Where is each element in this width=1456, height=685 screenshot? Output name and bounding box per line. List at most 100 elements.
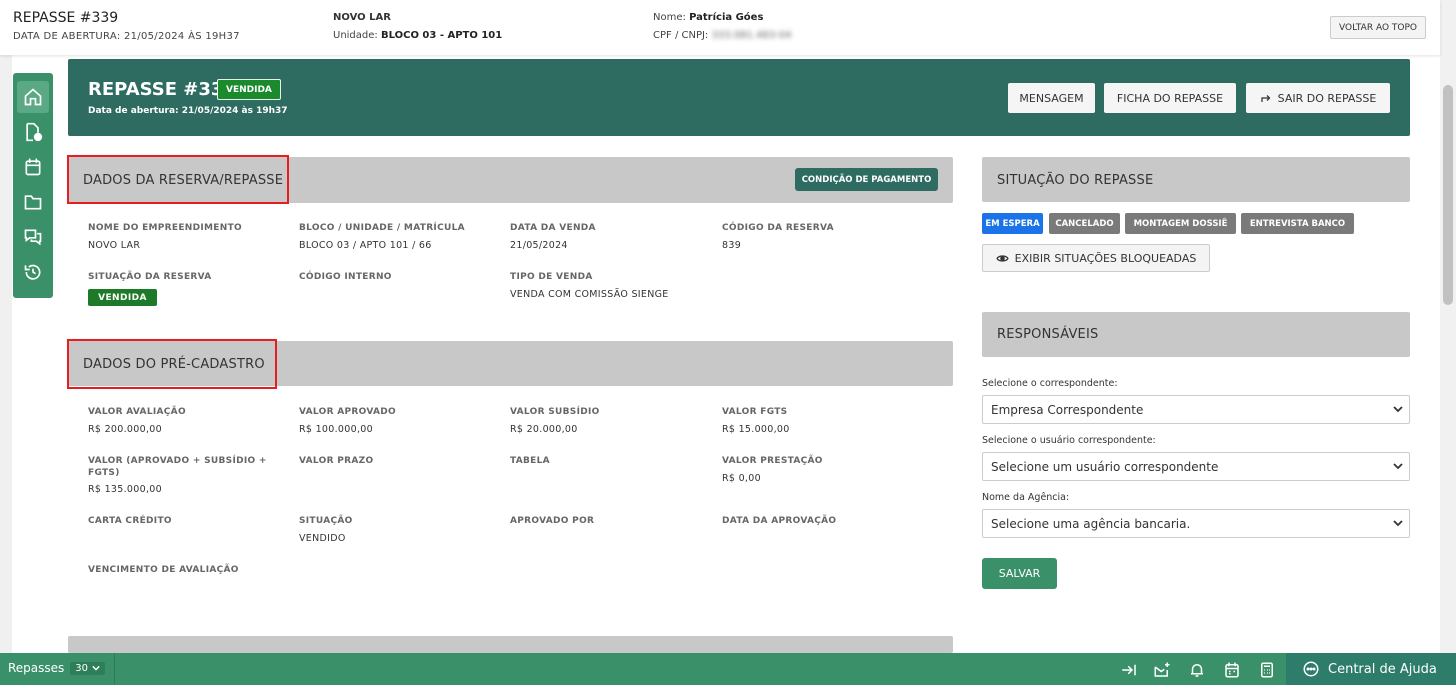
back-to-top-button[interactable]: VOLTAR AO TOPO: [1330, 16, 1426, 39]
user-correspondent-label: Selecione o usuário correspondente:: [982, 435, 1156, 446]
status-cancelado-button[interactable]: CANCELADO: [1049, 213, 1120, 234]
bell-icon[interactable]: [1188, 661, 1206, 679]
highlight-box: [67, 155, 289, 204]
repasses-label: Repasses: [8, 661, 65, 675]
unit-label: Unidade:: [333, 30, 378, 41]
chat-icon: [24, 229, 42, 246]
nav-home[interactable]: [17, 81, 49, 113]
field-label: VALOR (APROVADO + SUBSÍDIO + FGTS): [88, 456, 267, 478]
situacao-section-title: SITUAÇÃO DO REPASSE: [997, 173, 1154, 188]
history-icon: [24, 264, 41, 280]
header-opening-date: DATA DE ABERTURA: 21/05/2024 ÀS 19H37: [13, 31, 240, 42]
exit-repasse-label: SAIR DO REPASSE: [1277, 91, 1377, 105]
correspondent-label: Selecione o correspondente:: [982, 378, 1118, 389]
collapse-right-icon[interactable]: [1120, 661, 1138, 679]
status-montagem-dossie-button[interactable]: MONTAGEM DOSSIÊ: [1125, 213, 1236, 234]
nav-documents[interactable]: [17, 116, 49, 148]
field-label: NOME DO EMPREENDIMENTO: [88, 223, 242, 233]
banner-opening-date: Data de abertura: 21/05/2024 às 19h37: [88, 106, 288, 116]
cpf-value: 333.081.483-04: [711, 30, 792, 41]
page-scrollbar[interactable]: [1440, 0, 1456, 653]
repasses-count: 30: [70, 661, 106, 675]
repasse-banner: REPASSE #339 VENDIDA Data de abertura: 2…: [68, 59, 1410, 136]
repasses-count-value: 30: [75, 662, 89, 674]
nav-history[interactable]: [17, 256, 49, 288]
field-label: APROVADO POR: [510, 516, 595, 526]
chevron-down-icon: [92, 665, 100, 671]
field-label: VALOR PRESTAÇÃO: [722, 456, 823, 466]
scrollbar-thumb[interactable]: [1443, 85, 1453, 305]
agency-select-value: Selecione uma agência bancaria.: [991, 516, 1191, 531]
header-empreendimento: NOVO LAR: [333, 12, 391, 23]
document-icon: [26, 122, 43, 142]
help-center-button[interactable]: Central de Ajuda: [1286, 653, 1456, 685]
nav-chat[interactable]: [17, 221, 49, 253]
field-value: VENDIDO: [299, 533, 346, 544]
show-blocked-label: EXIBIR SITUAÇÕES BLOQUEADAS: [1014, 251, 1197, 265]
eye-icon: [995, 254, 1009, 262]
user-correspondent-select-value: Selecione um usuário correspondente: [991, 459, 1219, 474]
field-label: VENCIMENTO DE AVALIAÇÃO: [88, 565, 239, 575]
mail-add-icon[interactable]: [1153, 661, 1171, 679]
status-entrevista-banco-button[interactable]: ENTREVISTA BANCO: [1241, 213, 1354, 234]
field-label: CARTA CRÉDITO: [88, 516, 172, 526]
top-header: REPASSE #339 DATA DE ABERTURA: 21/05/202…: [0, 0, 1440, 55]
name-value: Patrícia Góes: [689, 12, 764, 23]
nav-folder[interactable]: [17, 186, 49, 218]
field-label: VALOR SUBSÍDIO: [510, 407, 600, 417]
banner-title: REPASSE #339: [88, 79, 236, 100]
field-label: VALOR PRAZO: [299, 456, 374, 466]
calendar-icon: [25, 158, 41, 176]
field-label: CÓDIGO INTERNO: [299, 272, 392, 282]
help-center-label: Central de Ajuda: [1328, 661, 1437, 677]
field-label: BLOCO / UNIDADE / MATRÍCULA: [299, 223, 465, 233]
field-value: R$ 0,00: [722, 473, 761, 484]
chevron-down-icon: [1393, 520, 1403, 527]
bottom-bar: Repasses 30 Central de Ajuda: [0, 653, 1456, 685]
correspondent-select-value: Empresa Correspondente: [991, 402, 1144, 417]
field-value: R$ 135.000,00: [88, 484, 162, 495]
calendar-icon[interactable]: [1223, 661, 1241, 679]
field-label: VALOR APROVADO: [299, 407, 396, 417]
field-label: VALOR AVALIAÇÃO: [88, 407, 186, 417]
left-gutter: [0, 55, 12, 653]
message-button[interactable]: MENSAGEM: [1008, 83, 1095, 113]
field-value: 839: [722, 240, 742, 251]
home-icon: [24, 88, 42, 106]
field-label: TIPO DE VENDA: [510, 272, 593, 282]
status-em-espera-button[interactable]: EM ESPERA: [982, 213, 1043, 234]
field-value: 21/05/2024: [510, 240, 568, 251]
unit-value: BLOCO 03 - APTO 101: [380, 30, 503, 41]
calculator-icon[interactable]: [1258, 661, 1276, 679]
side-nav: [13, 73, 53, 298]
field-label: DATA DA VENDA: [510, 223, 596, 233]
repasses-menu[interactable]: Repasses 30: [8, 661, 106, 675]
status-badge: VENDIDA: [217, 79, 281, 100]
field-value: VENDA COM COMISSÃO SIENGE: [510, 289, 669, 300]
user-correspondent-select[interactable]: Selecione um usuário correspondente: [982, 452, 1410, 481]
field-label: CÓDIGO DA RESERVA: [722, 223, 834, 233]
name-label: Nome:: [653, 12, 686, 23]
correspondent-select[interactable]: Empresa Correspondente: [982, 395, 1410, 424]
field-value: NOVO LAR: [88, 240, 141, 251]
agency-label: Nome da Agência:: [982, 492, 1070, 503]
agency-select[interactable]: Selecione uma agência bancaria.: [982, 509, 1410, 538]
field-value: R$ 20.000,00: [510, 424, 578, 435]
exit-repasse-button[interactable]: SAIR DO REPASSE: [1246, 83, 1390, 113]
bottom-divider: [114, 653, 115, 685]
payment-condition-button[interactable]: CONDIÇÃO DE PAGAMENTO: [795, 168, 938, 191]
nav-calendar[interactable]: [17, 151, 49, 183]
header-title: REPASSE #339: [13, 10, 119, 26]
save-button[interactable]: SALVAR: [982, 558, 1057, 589]
header-unit: Unidade: BLOCO 03 - APTO 101: [333, 30, 502, 41]
folder-icon: [24, 195, 42, 210]
header-client-name: Nome: Patrícia Góes: [653, 12, 763, 23]
chat-bubble-icon: [1303, 661, 1319, 677]
ficha-repasse-button[interactable]: FICHA DO REPASSE: [1104, 83, 1236, 113]
exit-arrow-icon: [1261, 95, 1271, 102]
field-value: R$ 200.000,00: [88, 424, 162, 435]
highlight-box: [67, 339, 277, 389]
show-blocked-statuses-button[interactable]: EXIBIR SITUAÇÕES BLOQUEADAS: [982, 244, 1210, 272]
header-cpf: CPF / CNPJ: 333.081.483-04: [653, 30, 791, 41]
reservation-status-badge: VENDIDA: [88, 289, 157, 306]
